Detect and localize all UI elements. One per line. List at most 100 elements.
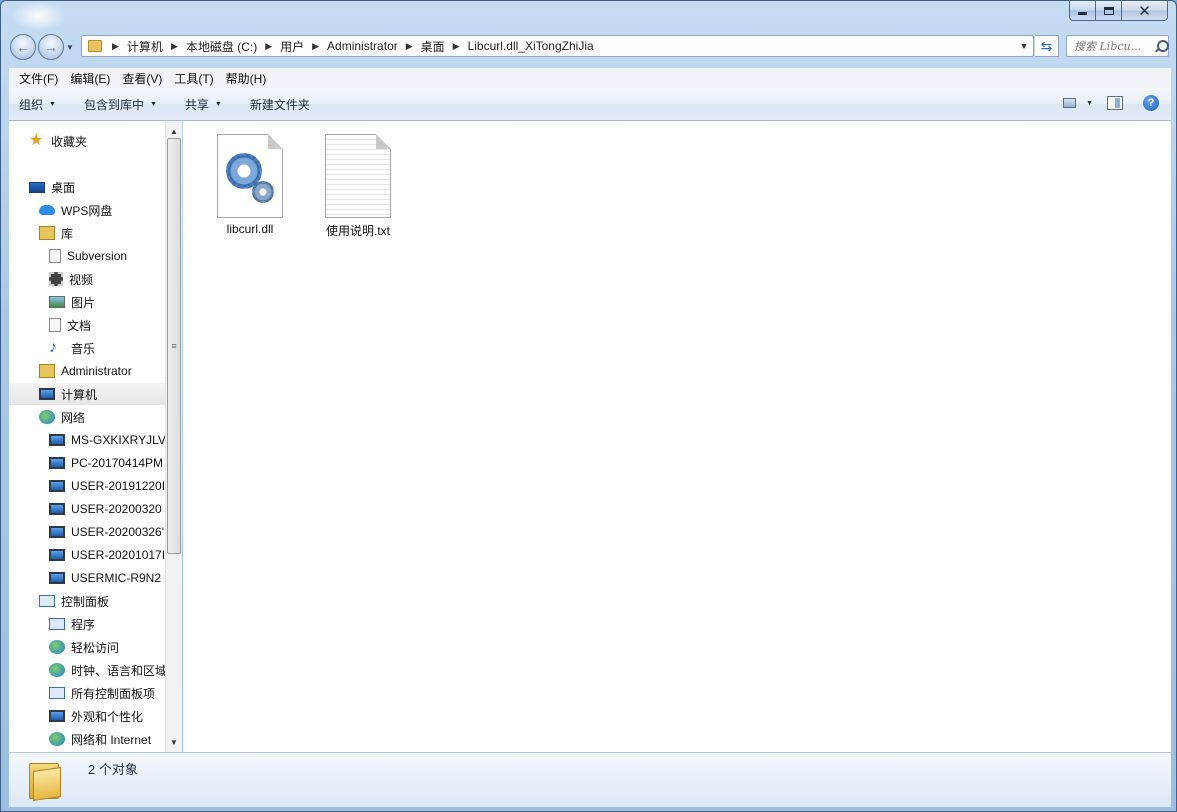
minimize-button[interactable] [1069, 1, 1096, 21]
nav-computer[interactable]: 计算机 [9, 383, 165, 405]
chevron-right-icon[interactable]: ▶ [112, 41, 119, 52]
cloud-icon [39, 205, 55, 215]
nav-network-pc[interactable]: USER-20191220I [49, 475, 165, 497]
nav-favorites[interactable]: ★ 收藏夹 [29, 130, 165, 152]
nav-label: 文档 [67, 318, 92, 333]
nav-cp-all-items[interactable]: 所有控制面板项 [49, 682, 165, 704]
menu-file[interactable]: 文件(F) [13, 70, 64, 87]
caption-buttons: ✕ [1069, 1, 1168, 21]
recent-pages-dropdown[interactable]: ▼ [66, 43, 74, 52]
file-name: libcurl.dll [226, 222, 274, 236]
menu-edit[interactable]: 编辑(E) [64, 70, 116, 87]
nav-label: PC-20170414PM [71, 456, 164, 470]
nav-label: USERMIC-R9N2 [71, 571, 162, 585]
nav-label: 库 [61, 226, 74, 241]
nav-network-pc[interactable]: USER-20201017I [49, 544, 165, 566]
menu-help[interactable]: 帮助(H) [220, 70, 273, 87]
menu-tools[interactable]: 工具(T) [168, 70, 219, 87]
navigation-scrollbar[interactable]: ▲ ≡ ▼ [165, 121, 182, 752]
user-folder-icon [39, 364, 55, 378]
folder-front [33, 767, 61, 801]
file-item[interactable]: 使用说明.txt [308, 134, 408, 239]
preview-pane-icon[interactable] [1107, 96, 1123, 110]
library-icon [39, 226, 55, 240]
search-input[interactable] [1074, 39, 1152, 53]
file-name: 使用说明.txt [325, 224, 390, 238]
nav-network-pc[interactable]: USERMIC-R9N2 [49, 567, 165, 589]
breadcrumb-computer[interactable]: 计算机 [127, 38, 163, 55]
subversion-icon [49, 249, 61, 263]
nav-control-panel[interactable]: 控制面板 [39, 590, 165, 612]
chevron-right-icon[interactable]: ▶ [453, 41, 460, 52]
nav-pictures[interactable]: 图片 [49, 291, 165, 313]
refresh-button[interactable]: ⇆ [1035, 35, 1059, 57]
history-buttons: ← → ▼ [10, 33, 78, 61]
dll-gear-icon [217, 134, 283, 218]
nav-cp-clock-region[interactable]: 时钟、语言和区域 [49, 659, 165, 681]
breadcrumb-local-disk[interactable]: 本地磁盘 (C:) [186, 38, 257, 55]
gear-icon [252, 181, 274, 203]
chevron-right-icon[interactable]: ▶ [406, 41, 413, 52]
desktop-icon [29, 181, 45, 193]
nav-libraries[interactable]: 库 [39, 222, 165, 244]
nav-network-pc[interactable]: USER-20200326' [49, 521, 165, 543]
new-folder-button[interactable]: 新建文件夹 [250, 96, 310, 113]
organize-button[interactable]: 组织 ▼ [19, 96, 56, 113]
nav-cp-appearance[interactable]: 外观和个性化 [49, 705, 165, 727]
appearance-icon [49, 710, 65, 722]
file-item[interactable]: libcurl.dll [200, 134, 300, 236]
change-view-icon[interactable] [1063, 98, 1077, 108]
close-button[interactable]: ✕ [1122, 1, 1168, 21]
chevron-right-icon[interactable]: ▶ [265, 41, 272, 52]
control-panel-icon [49, 687, 65, 699]
nav-cp-ease-of-access[interactable]: 轻松访问 [49, 636, 165, 658]
view-options-dropdown[interactable]: ▼ [1086, 100, 1093, 107]
nav-label: 控制面板 [61, 594, 110, 609]
breadcrumb-users[interactable]: 用户 [280, 38, 304, 55]
scroll-down-icon[interactable]: ▼ [166, 734, 182, 750]
breadcrumb-administrator[interactable]: Administrator [327, 39, 398, 53]
breadcrumb-desktop[interactable]: 桌面 [421, 38, 445, 55]
nav-documents[interactable]: 文档 [49, 314, 165, 336]
nav-network[interactable]: 网络 [39, 406, 165, 428]
nav-network-pc[interactable]: USER-20200320 [49, 498, 165, 520]
minimize-icon [1078, 12, 1087, 15]
share-button[interactable]: 共享 ▼ [185, 96, 222, 113]
nav-music[interactable]: ♪ 音乐 [49, 337, 165, 359]
include-library-label: 包含到库中 [83, 97, 144, 112]
search-box [1066, 35, 1169, 57]
forward-button[interactable]: → [38, 34, 64, 60]
nav-subversion[interactable]: Subversion [49, 245, 165, 267]
menu-view[interactable]: 查看(V) [116, 70, 168, 87]
breadcrumb-current-folder[interactable]: Libcurl.dll_XiTongZhiJia [468, 39, 594, 53]
address-bar[interactable]: ▶ 计算机 ▶ 本地磁盘 (C:) ▶ 用户 ▶ Administrator ▶… [81, 35, 1034, 57]
back-button[interactable]: ← [10, 34, 36, 60]
nav-network-pc[interactable]: PC-20170414PM [49, 452, 165, 474]
scroll-up-icon[interactable]: ▲ [166, 123, 182, 139]
computer-icon [49, 457, 65, 469]
nav-label: 音乐 [71, 341, 96, 356]
scrollbar-thumb[interactable]: ≡ [167, 138, 181, 554]
control-panel-icon [39, 595, 55, 607]
maximize-button[interactable] [1096, 1, 1122, 21]
nav-label: 网络和 Internet [71, 732, 152, 747]
help-icon[interactable]: ? [1143, 95, 1159, 111]
nav-videos[interactable]: 视频 [49, 268, 165, 290]
nav-label: 图片 [71, 295, 96, 310]
computer-icon [49, 549, 65, 561]
chevron-down-icon: ▼ [49, 100, 56, 108]
nav-wps-drive[interactable]: WPS网盘 [39, 199, 165, 221]
nav-network-pc[interactable]: MS-GXKIXRYJLV [49, 429, 165, 451]
nav-desktop[interactable]: 桌面 [29, 176, 165, 198]
search-icon[interactable] [1154, 39, 1169, 53]
share-label: 共享 [184, 97, 209, 112]
include-in-library-button[interactable]: 包含到库中 ▼ [84, 96, 157, 113]
chevron-right-icon[interactable]: ▶ [312, 41, 319, 52]
address-dropdown-icon[interactable]: ▼ [1015, 41, 1033, 51]
nav-cp-network-internet[interactable]: 网络和 Internet [49, 728, 165, 750]
computer-icon [49, 572, 65, 584]
nav-administrator[interactable]: Administrator [39, 360, 165, 382]
nav-cp-programs[interactable]: 程序 [49, 613, 165, 635]
chevron-right-icon[interactable]: ▶ [171, 41, 178, 52]
nav-label: 桌面 [51, 180, 76, 195]
